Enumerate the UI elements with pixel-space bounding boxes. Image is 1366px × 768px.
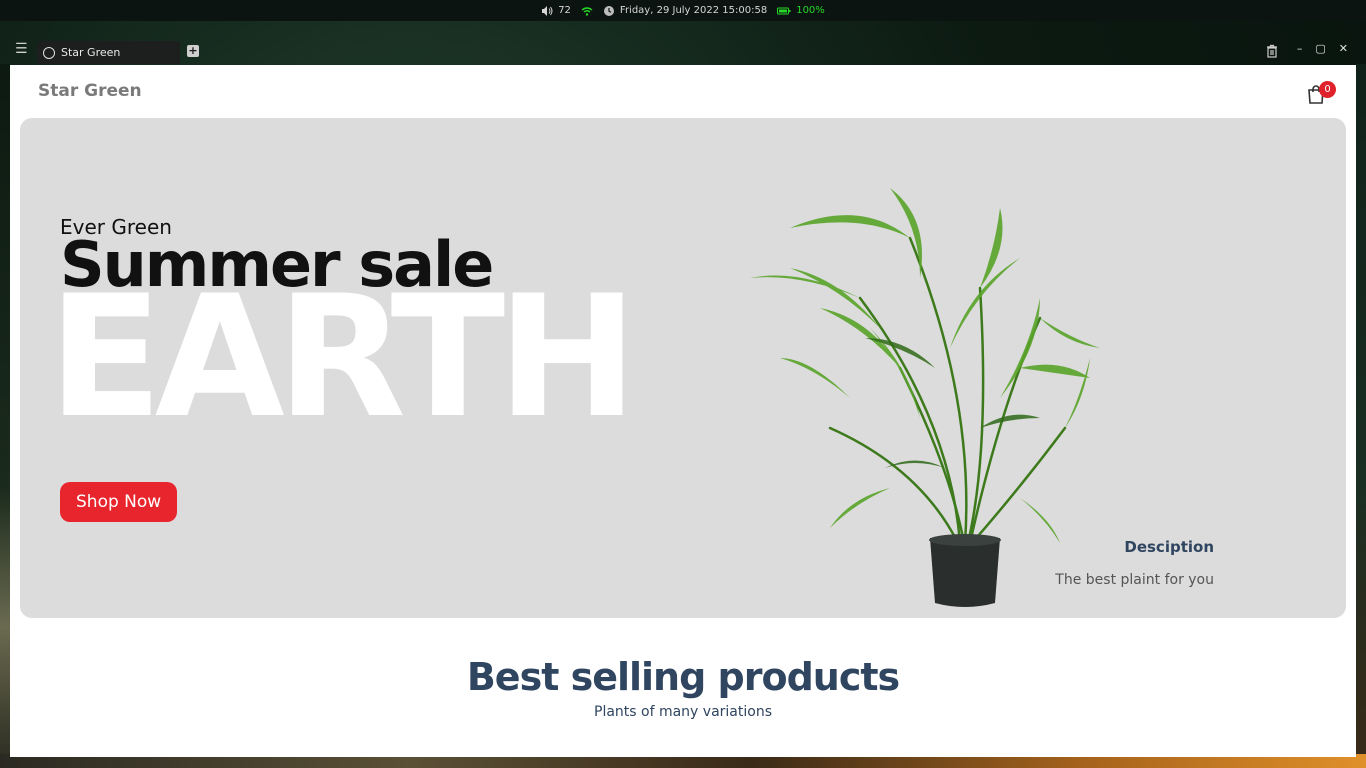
site-navbar: Star Green 0 — [10, 65, 1356, 117]
battery-icon — [777, 7, 791, 14]
browser-tab-bar: ☰ Star Green + – ▢ ✕ — [10, 38, 1356, 65]
shop-now-button[interactable]: Shop Now — [60, 482, 178, 522]
wifi-icon — [581, 6, 593, 16]
section-title: Best selling products — [466, 655, 900, 699]
desktop-background-right — [1356, 64, 1366, 768]
trash-icon[interactable] — [1266, 44, 1278, 58]
volume-indicator[interactable]: 72 — [541, 5, 571, 17]
page-viewport: Star Green 0 EARTH Ever Green Summer sal… — [10, 65, 1356, 757]
system-top-bar: 72 Friday, 29 July 2022 15:00:58 100% — [0, 0, 1366, 21]
potted-palm-image — [750, 188, 1100, 607]
hero-banner: EARTH Ever Green Summer sale Shop Now De… — [20, 118, 1346, 618]
tab-favicon-icon — [43, 46, 55, 59]
volume-icon — [542, 5, 553, 16]
description-text: The best plaint for you — [1055, 572, 1214, 588]
maximize-icon[interactable]: ▢ — [1315, 42, 1325, 55]
minimize-icon[interactable]: – — [1297, 42, 1303, 55]
wifi-indicator[interactable] — [581, 5, 593, 17]
close-icon[interactable]: ✕ — [1339, 42, 1348, 55]
datetime: Friday, 29 July 2022 15:00:58 — [619, 5, 768, 16]
desktop-background-left — [0, 64, 10, 768]
window-controls: – ▢ ✕ — [1297, 38, 1348, 58]
cart-count-badge: 0 — [1319, 81, 1336, 98]
battery-indicator[interactable]: 100% — [777, 5, 825, 17]
section-subtitle: Plants of many variations — [594, 704, 772, 720]
new-tab-plus-icon[interactable]: + — [187, 45, 199, 57]
description-title: Desciption — [1124, 538, 1214, 556]
browser-tab[interactable]: Star Green — [37, 41, 180, 64]
clock-icon — [603, 5, 614, 16]
volume-level: 72 — [558, 5, 571, 16]
clock-indicator[interactable]: Friday, 29 July 2022 15:00:58 — [603, 5, 767, 17]
tab-title: Star Green — [61, 46, 121, 59]
hamburger-menu-icon[interactable]: ☰ — [15, 42, 31, 56]
battery-level: 100% — [796, 5, 825, 16]
hero-headline: Summer sale — [60, 228, 494, 301]
brand-logo-text[interactable]: Star Green — [38, 81, 142, 101]
